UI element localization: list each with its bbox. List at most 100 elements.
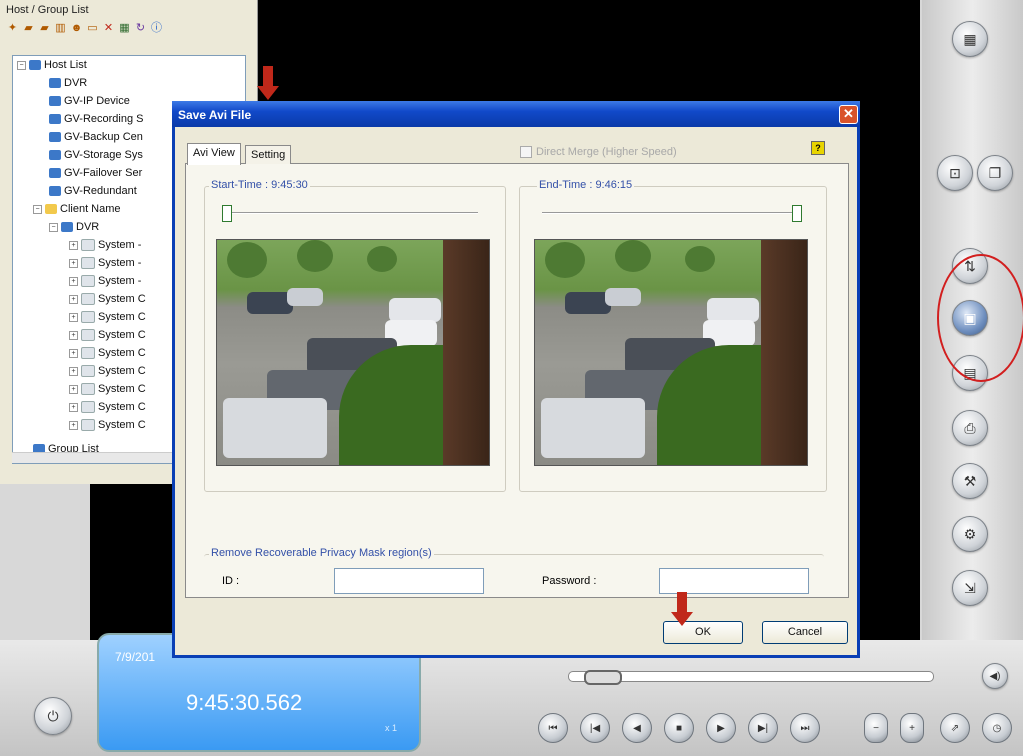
copy-icon[interactable]: ❐ xyxy=(977,155,1013,191)
network-icon xyxy=(49,150,61,161)
camera-icon xyxy=(81,293,95,306)
network-icon xyxy=(29,60,41,71)
tree-item[interactable]: − DVR xyxy=(49,221,99,233)
id-label: ID : xyxy=(222,575,240,587)
privacy-mask-label: Remove Recoverable Privacy Mask region(s… xyxy=(209,547,434,559)
tree-item[interactable]: GV-Failover Ser xyxy=(49,167,142,179)
tree-item[interactable]: + System C xyxy=(69,347,146,360)
tree-item[interactable]: + System - xyxy=(69,275,141,288)
camera-icon xyxy=(81,347,95,360)
network-icon xyxy=(49,132,61,143)
step-back-icon[interactable]: ◀ xyxy=(622,713,652,743)
direct-merge-checkbox[interactable] xyxy=(520,146,532,158)
delete-icon[interactable]: ✕ xyxy=(102,22,115,35)
password-input[interactable] xyxy=(659,568,809,594)
start-time-slider[interactable] xyxy=(222,212,478,214)
export-icon[interactable]: ⇗ xyxy=(940,713,970,743)
faster-icon[interactable]: + xyxy=(900,713,924,743)
help-icon[interactable]: ? xyxy=(811,141,825,155)
tree-item[interactable]: + System C xyxy=(69,329,146,342)
zoom-icon[interactable]: ⊡ xyxy=(937,155,973,191)
camera-icon xyxy=(81,275,95,288)
tab-avi-view[interactable]: Avi View xyxy=(187,143,241,165)
cancel-button[interactable]: Cancel xyxy=(762,621,848,644)
rewind-icon[interactable]: ⏮ xyxy=(538,713,568,743)
network-icon xyxy=(49,78,61,89)
tree-item[interactable]: + System C xyxy=(69,419,146,432)
camera-icon xyxy=(81,365,95,378)
direct-merge-label: Direct Merge (Higher Speed) xyxy=(536,146,677,158)
end-time-slider[interactable] xyxy=(542,212,798,214)
tree-item[interactable]: GV-Recording S xyxy=(49,113,143,125)
folder-icon[interactable]: ▰ xyxy=(22,22,35,35)
annotation-arrow-stem xyxy=(677,592,687,612)
tree-item[interactable]: GV-Redundant xyxy=(49,185,137,197)
playback-slider-thumb[interactable] xyxy=(584,670,623,685)
end-frame-preview xyxy=(534,239,808,466)
grid-icon[interactable]: ▦ xyxy=(118,22,131,35)
volume-icon[interactable]: ◀) xyxy=(982,663,1008,689)
clock-icon[interactable]: ◷ xyxy=(982,713,1012,743)
power-icon[interactable]: ⏻ xyxy=(34,697,72,735)
options-icon[interactable]: ⚙ xyxy=(952,516,988,552)
network-icon xyxy=(49,114,61,125)
play-icon[interactable]: ▶ xyxy=(706,713,736,743)
save-highlight-circle xyxy=(937,254,1023,382)
info-icon[interactable]: ⓘ xyxy=(150,22,163,35)
tree-item[interactable]: − Client Name xyxy=(33,203,121,215)
tree-item[interactable]: + System C xyxy=(69,311,146,324)
tree-item[interactable]: + System C xyxy=(69,365,146,378)
clock-date: 7/9/201 xyxy=(115,650,156,664)
tree-item[interactable]: GV-Storage Sys xyxy=(49,149,143,161)
dialog-titlebar[interactable] xyxy=(172,101,860,127)
id-input[interactable] xyxy=(334,568,484,594)
tree-item[interactable]: + System C xyxy=(69,383,146,396)
end-time-slider-thumb[interactable] xyxy=(792,205,802,222)
tree-item[interactable]: GV-Backup Cen xyxy=(49,131,143,143)
close-button[interactable]: ✕ xyxy=(839,105,858,124)
tree-item[interactable]: + System C xyxy=(69,293,146,306)
host-panel-title: Host / Group List xyxy=(6,4,89,16)
prev-icon[interactable]: |◀ xyxy=(580,713,610,743)
camera-icon xyxy=(81,383,95,396)
end-time-label: End-Time : 9:46:15 xyxy=(537,179,635,191)
tree-item[interactable]: − Host List xyxy=(17,59,87,71)
tab-setting[interactable]: Setting xyxy=(245,145,292,164)
host-toolbar: ✦ ▰ ▰ ▥ ☻ ▭ ✕ ▦ ↻ ⓘ xyxy=(6,22,163,35)
tree-item[interactable]: GV-IP Device xyxy=(49,95,130,107)
annotation-arrow-stem xyxy=(263,66,273,86)
network-icon xyxy=(49,168,61,179)
camera-icon xyxy=(81,311,95,324)
fast-forward-icon[interactable]: ⏭ xyxy=(790,713,820,743)
annotation-arrow-ok xyxy=(671,612,693,626)
copy-host-icon[interactable]: ▥ xyxy=(54,22,67,35)
print-icon[interactable]: ⎙ xyxy=(952,410,988,446)
exit-icon[interactable]: ⇲ xyxy=(952,570,988,606)
tools-icon[interactable]: ⚒ xyxy=(952,463,988,499)
add-host-icon[interactable]: ✦ xyxy=(6,22,19,35)
start-time-slider-thumb[interactable] xyxy=(222,205,232,222)
step-forward-icon[interactable]: ▶| xyxy=(748,713,778,743)
dialog-title: Save Avi File xyxy=(178,108,252,122)
refresh-icon[interactable]: ↻ xyxy=(134,22,147,35)
tree-item[interactable]: + System - xyxy=(69,239,141,252)
camera-icon xyxy=(81,257,95,270)
screen-split-icon[interactable]: ▦ xyxy=(952,21,988,57)
camera-icon xyxy=(81,401,95,414)
network-icon xyxy=(49,96,61,107)
clock-time: 9:45:30.562 xyxy=(186,690,303,715)
user-icon[interactable]: ☻ xyxy=(70,22,83,35)
password-label: Password : xyxy=(542,575,597,587)
tree-item[interactable]: + System C xyxy=(69,401,146,414)
playback-slider[interactable] xyxy=(568,671,934,682)
network-icon xyxy=(49,186,61,197)
tree-item[interactable]: + System - xyxy=(69,257,141,270)
camera-icon xyxy=(81,419,95,432)
folder-icon xyxy=(45,204,57,215)
stop-icon[interactable]: ■ xyxy=(664,713,694,743)
folder-add-icon[interactable]: ▰ xyxy=(38,22,51,35)
tree-item[interactable]: DVR xyxy=(49,77,87,89)
start-frame-preview xyxy=(216,239,490,466)
slower-icon[interactable]: − xyxy=(864,713,888,743)
computer-icon[interactable]: ▭ xyxy=(86,22,99,35)
